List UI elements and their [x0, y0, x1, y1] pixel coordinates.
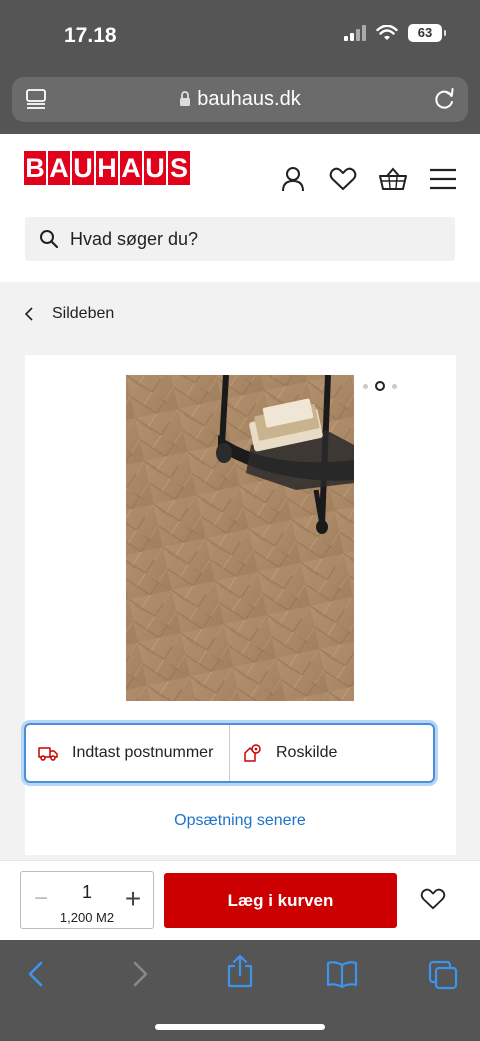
carousel-dots[interactable] [363, 381, 397, 391]
add-to-cart-button[interactable]: Læg i kurven [164, 873, 397, 928]
chevron-left-icon [24, 307, 33, 321]
logo-letter: U [144, 151, 166, 185]
cellular-signal-icon [344, 25, 366, 41]
logo-letter: H [96, 151, 118, 185]
account-icon[interactable] [278, 164, 308, 194]
wishlist-heart-icon[interactable] [328, 164, 358, 194]
logo-letter: B [24, 151, 46, 185]
reload-icon[interactable] [434, 87, 456, 111]
bauhaus-logo[interactable]: B A U H A U S [24, 151, 190, 185]
status-time: 17.18 [64, 24, 117, 47]
battery-icon: 63 [408, 24, 446, 42]
url-display[interactable]: bauhaus.dk [12, 88, 468, 111]
search-placeholder: Hvad søger du? [70, 229, 199, 249]
back-icon[interactable] [26, 960, 46, 988]
wifi-icon [376, 25, 398, 40]
postcode-label: Indtast postnummer [72, 744, 214, 761]
home-indicator [155, 1024, 325, 1030]
add-to-cart-bar: − 1 1,200 M2 + Læg i kurven [0, 860, 480, 940]
delivery-truck-icon [38, 747, 58, 761]
search-icon [40, 230, 59, 249]
carousel-dot[interactable] [392, 383, 397, 389]
store-location-icon [244, 744, 261, 762]
browser-toolbar [0, 940, 480, 1041]
tabs-icon[interactable] [428, 960, 458, 990]
store-button[interactable]: Roskilde [230, 725, 433, 781]
browser-chrome: 17.18 63 bauhaus.dk [0, 0, 480, 134]
store-label: Roskilde [276, 744, 338, 761]
header-actions [278, 164, 458, 194]
lock-icon [180, 91, 191, 106]
forward-icon[interactable] [130, 960, 150, 988]
logo-letter: S [168, 151, 190, 185]
bookmarks-icon[interactable] [326, 960, 358, 988]
search-input[interactable]: Hvad søger du? [25, 217, 455, 261]
postcode-button[interactable]: Indtast postnummer [26, 725, 230, 781]
quantity-stepper[interactable]: − 1 1,200 M2 + [20, 871, 154, 929]
logo-letter: A [120, 151, 142, 185]
carousel-dot-active[interactable] [375, 381, 385, 391]
logo-letter: U [72, 151, 94, 185]
basket-icon[interactable] [378, 164, 408, 194]
logo-letter: A [48, 151, 70, 185]
site-header: B A U H A U S Hvad søger du? [0, 134, 480, 282]
setup-later-link[interactable]: Opsætning senere [0, 812, 480, 830]
increase-quantity-button[interactable]: + [123, 885, 143, 913]
product-image[interactable] [126, 375, 354, 701]
share-icon[interactable] [226, 954, 254, 988]
wishlist-heart-icon[interactable] [420, 888, 446, 910]
status-icons: 63 [344, 24, 446, 42]
delivery-selector: Indtast postnummer Roskilde [24, 723, 435, 783]
carousel-dot[interactable] [363, 383, 368, 389]
url-text: bauhaus.dk [197, 88, 301, 110]
address-bar[interactable]: bauhaus.dk [12, 77, 468, 122]
breadcrumb-label[interactable]: Sildeben [52, 305, 114, 323]
breadcrumb[interactable]: Sildeben [24, 305, 114, 323]
menu-icon[interactable] [428, 164, 458, 194]
